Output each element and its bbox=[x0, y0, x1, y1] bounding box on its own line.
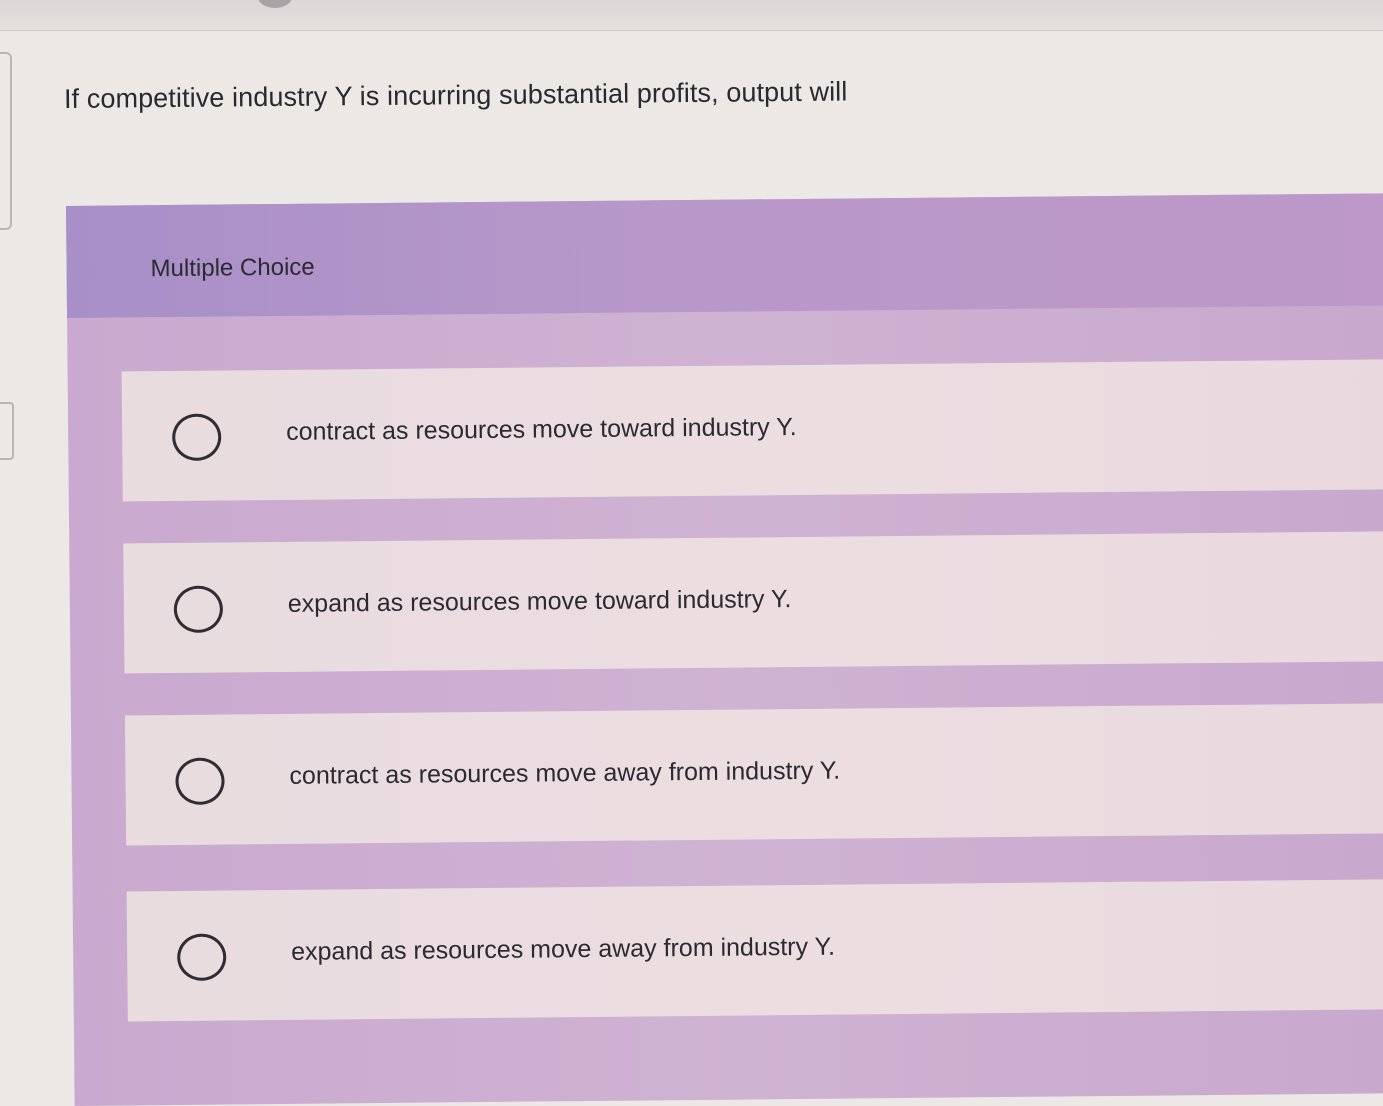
answer-option-label: expand as resources move toward industry… bbox=[287, 585, 792, 618]
radio-unselected-icon[interactable] bbox=[173, 585, 224, 633]
answer-option-3[interactable]: contract as resources move away from ind… bbox=[124, 703, 1383, 846]
answer-option-2[interactable]: expand as resources move toward industry… bbox=[123, 531, 1383, 674]
question-text: If competitive industry Y is incurring s… bbox=[63, 76, 848, 114]
answer-option-label: expand as resources move away from indus… bbox=[291, 932, 836, 966]
multiple-choice-title: Multiple Choice bbox=[150, 253, 315, 283]
radio-unselected-icon[interactable] bbox=[176, 933, 227, 981]
radio-unselected-icon[interactable] bbox=[172, 413, 222, 461]
answer-option-4[interactable]: expand as resources move away from indus… bbox=[126, 879, 1383, 1022]
left-side-tab-small bbox=[0, 402, 14, 460]
top-strip-knob bbox=[258, 0, 292, 8]
radio-unselected-icon[interactable] bbox=[175, 757, 225, 805]
answer-option-label: contract as resources move toward indust… bbox=[286, 412, 797, 446]
top-window-strip bbox=[0, 0, 1383, 31]
multiple-choice-header: Multiple Choice bbox=[66, 193, 1383, 318]
left-side-tab bbox=[0, 52, 12, 230]
multiple-choice-panel: Multiple Choice contract as resources mo… bbox=[66, 193, 1383, 1106]
answer-option-1[interactable]: contract as resources move toward indust… bbox=[121, 359, 1383, 502]
answer-option-label: contract as resources move away from ind… bbox=[289, 756, 841, 790]
